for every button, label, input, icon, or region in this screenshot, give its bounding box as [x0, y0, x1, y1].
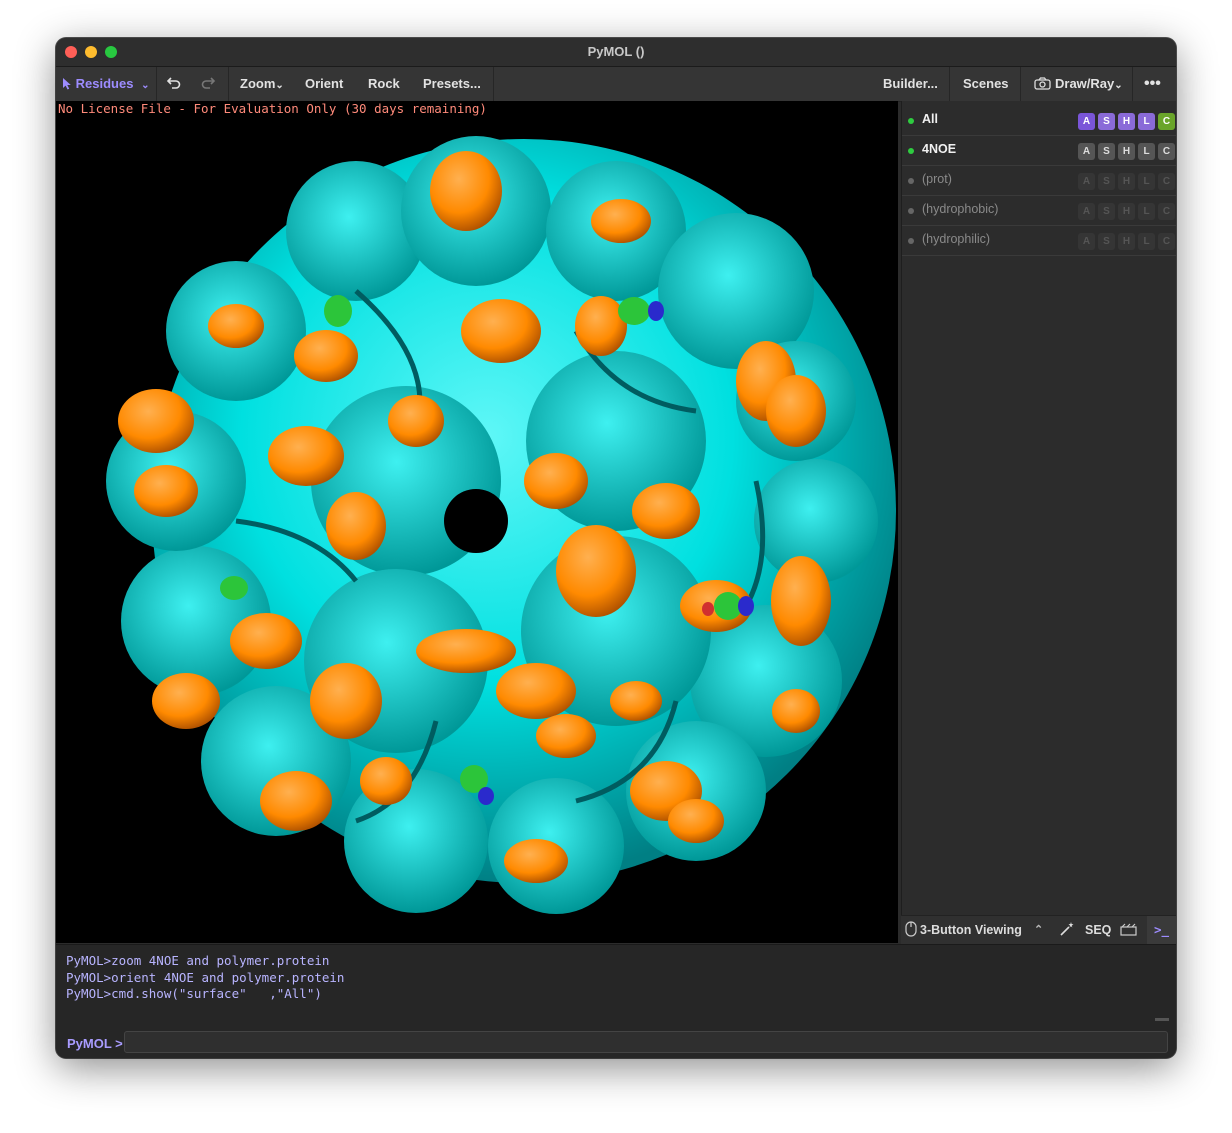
object-name[interactable]: (hydrophilic)	[922, 232, 990, 246]
viewer-bottom-bar: 3-Button Viewing ⌃ SEQ >_	[901, 915, 1176, 944]
pointer-icon	[63, 78, 71, 90]
command-prompt: PyMOL >	[67, 1036, 123, 1051]
draw-ray-label: Draw/Ray	[1055, 76, 1115, 91]
object-row[interactable]: 4NOE A S H L C	[902, 136, 1176, 166]
object-row[interactable]: (hydrophobic) A S H L C	[902, 196, 1176, 226]
object-name[interactable]: 4NOE	[922, 142, 956, 156]
ellipsis-icon: •••	[1144, 75, 1161, 92]
camera-icon	[1034, 77, 1051, 90]
orient-button[interactable]: Orient	[305, 67, 343, 101]
object-action-l-button[interactable]: L	[1138, 233, 1155, 250]
console-toggle-button[interactable]: >_	[1147, 916, 1176, 944]
object-action-l-button[interactable]: L	[1138, 113, 1155, 130]
object-action-c-button[interactable]: C	[1158, 113, 1175, 130]
rock-button[interactable]: Rock	[368, 67, 400, 101]
object-row[interactable]: All A S H L C	[902, 106, 1176, 136]
builder-button[interactable]: Builder...	[883, 67, 938, 101]
object-action-c-button[interactable]: C	[1158, 173, 1175, 190]
object-action-s-button[interactable]: S	[1098, 173, 1115, 190]
object-panel: All A S H L C 4NOE A S H L C (prot) A S H L C (hydrophobic…	[901, 101, 1176, 943]
object-action-a-button[interactable]: A	[1078, 173, 1095, 190]
wizard-button[interactable]	[1059, 916, 1075, 944]
mouse-mode-label: Residues	[75, 76, 134, 91]
visibility-indicator[interactable]	[908, 118, 914, 124]
protein-surface-render	[106, 136, 896, 914]
redo-button[interactable]	[200, 67, 216, 101]
object-action-a-button[interactable]: A	[1078, 203, 1095, 220]
visibility-indicator[interactable]	[908, 208, 914, 214]
object-action-s-button[interactable]: S	[1098, 113, 1115, 130]
object-name[interactable]: (hydrophobic)	[922, 202, 998, 216]
resize-grip[interactable]	[1155, 1018, 1169, 1021]
object-action-s-button[interactable]: S	[1098, 143, 1115, 160]
window-title: PyMOL ()	[587, 44, 645, 59]
object-action-s-button[interactable]: S	[1098, 203, 1115, 220]
undo-button[interactable]	[166, 67, 182, 101]
command-console: PyMOL>zoom 4NOE and polymer.protein PyMOL…	[56, 944, 1176, 1058]
object-action-a-button[interactable]: A	[1078, 233, 1095, 250]
movie-button[interactable]	[1120, 916, 1137, 944]
object-action-l-button[interactable]: L	[1138, 143, 1155, 160]
viewing-mode-button[interactable]: 3-Button Viewing	[905, 916, 1022, 944]
command-input[interactable]	[124, 1031, 1168, 1053]
console-log-line: PyMOL>cmd.show("surface" ,"All")	[66, 986, 322, 1001]
object-action-h-button[interactable]: H	[1118, 113, 1135, 130]
viewing-mode-label: 3-Button Viewing	[920, 923, 1022, 937]
mouse-mode-dropdown[interactable]: Residues ⌄	[62, 67, 149, 101]
mouse-icon	[905, 921, 917, 937]
console-log-line: PyMOL>orient 4NOE and polymer.protein	[66, 969, 345, 985]
object-name[interactable]: All	[922, 112, 938, 126]
draw-ray-button[interactable]: Draw/Ray⌄	[1034, 67, 1123, 101]
object-action-l-button[interactable]: L	[1138, 173, 1155, 190]
console-log-line: PyMOL>zoom 4NOE and polymer.protein	[66, 953, 330, 968]
pymol-window: PyMOL () Residues ⌄ Zoom⌄ Orient Rock Pr…	[56, 38, 1176, 1058]
object-row[interactable]: (hydrophilic) A S H L C	[902, 226, 1176, 256]
object-action-a-button[interactable]: A	[1078, 143, 1095, 160]
object-action-h-button[interactable]: H	[1118, 143, 1135, 160]
title-bar: PyMOL ()	[56, 38, 1176, 67]
molecular-viewport[interactable]: No License File - For Evaluation Only (3…	[56, 101, 898, 943]
object-action-l-button[interactable]: L	[1138, 203, 1155, 220]
object-action-s-button[interactable]: S	[1098, 233, 1115, 250]
sequence-button[interactable]: SEQ	[1085, 916, 1111, 944]
more-options-button[interactable]: •••	[1144, 67, 1161, 101]
presets-button[interactable]: Presets...	[423, 67, 481, 101]
license-notice: No License File - For Evaluation Only (3…	[58, 101, 487, 116]
object-action-h-button[interactable]: H	[1118, 233, 1135, 250]
object-action-h-button[interactable]: H	[1118, 203, 1135, 220]
toolbar: Residues ⌄ Zoom⌄ Orient Rock Presets... …	[56, 67, 1176, 102]
visibility-indicator[interactable]	[908, 238, 914, 244]
object-action-c-button[interactable]: C	[1158, 203, 1175, 220]
terminal-icon: >_	[1153, 922, 1170, 937]
visibility-indicator[interactable]	[908, 148, 914, 154]
chevron-up-icon[interactable]: ⌃	[1034, 916, 1043, 944]
object-action-h-button[interactable]: H	[1118, 173, 1135, 190]
object-name[interactable]: (prot)	[922, 172, 952, 186]
zoom-label: Zoom	[240, 76, 276, 91]
redo-icon	[201, 77, 216, 89]
visibility-indicator[interactable]	[908, 178, 914, 184]
zoom-button[interactable]: Zoom⌄	[240, 67, 284, 101]
movie-camera-icon	[1120, 923, 1137, 936]
console-log: PyMOL>zoom 4NOE and polymer.protein PyMOL…	[66, 953, 344, 1003]
chevron-down-icon: ⌄	[141, 80, 150, 91]
magic-wand-icon	[1060, 922, 1074, 936]
undo-icon	[166, 77, 181, 89]
object-action-c-button[interactable]: C	[1158, 233, 1175, 250]
object-action-c-button[interactable]: C	[1158, 143, 1175, 160]
scenes-button[interactable]: Scenes	[963, 67, 1009, 101]
object-row[interactable]: (prot) A S H L C	[902, 166, 1176, 196]
object-action-a-button[interactable]: A	[1078, 113, 1095, 130]
